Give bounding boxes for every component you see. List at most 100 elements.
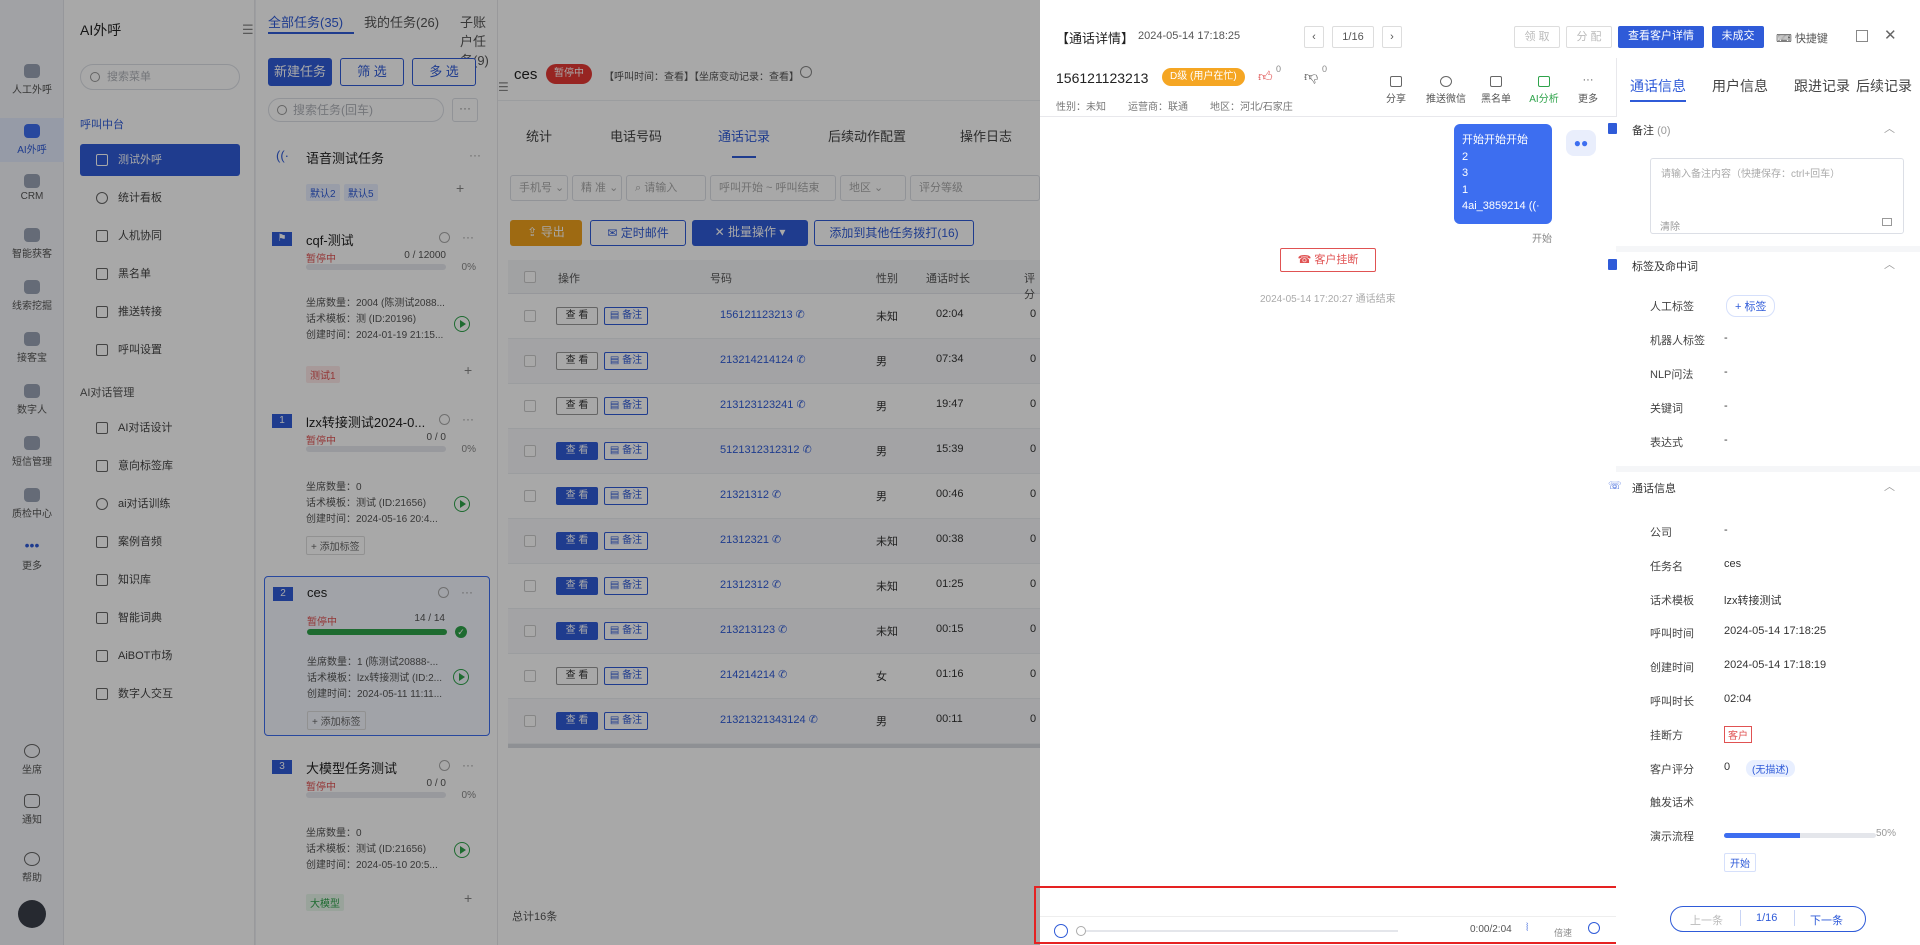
flow-progress [1724, 833, 1876, 839]
thumbs-up-icon[interactable]: 👍︎ [1258, 68, 1273, 85]
call-row-label: 演示流程 [1650, 831, 1694, 844]
hangup-label: ☎ 客户挂断 [1280, 248, 1376, 272]
tag-row-value: - [1724, 434, 1728, 446]
tag-row-value: - [1724, 332, 1728, 344]
divider [1794, 910, 1795, 926]
call-row-value: 2024-05-14 17:18:19 [1724, 659, 1827, 672]
call-row-value: 2024-05-14 17:18:25 [1724, 625, 1827, 638]
more-button[interactable]: ··· 更多 [1568, 74, 1608, 106]
section-call-info[interactable]: ☏ 通话信息 ︿ [1608, 480, 1895, 496]
audio-player-highlight [1034, 886, 1626, 944]
chat-bubble: 开始开始开始 2 3 1 4ai_3859214 ((· [1454, 124, 1552, 224]
tag-row-label: 表达式 [1650, 437, 1683, 449]
divider [1740, 910, 1741, 926]
robot-avatar: ●● [1566, 130, 1596, 156]
tag-row-label: 人工标签 [1650, 301, 1694, 313]
call-row-label: 客户评分 [1650, 763, 1694, 776]
close-icon[interactable]: ✕ [1884, 26, 1897, 44]
shortcut-button[interactable]: ⌨ 快捷键 [1776, 30, 1828, 46]
tag-row-value: - [1724, 366, 1728, 378]
region-info: 地区：河北/石家庄 [1210, 102, 1293, 113]
speed-button[interactable]: 倍速 [1554, 926, 1572, 939]
flow-start-tag[interactable]: 开始 [1724, 853, 1756, 873]
dislike-count: 0 [1322, 64, 1328, 74]
fullscreen-icon[interactable] [1856, 30, 1868, 42]
drawer-time: 2024-05-14 17:18:25 [1138, 30, 1241, 42]
section-note[interactable]: 备注 (0) ︿ [1608, 122, 1895, 138]
ai-analysis-button[interactable]: AI分析 [1524, 76, 1564, 105]
blacklist-button[interactable]: 黑名单 [1476, 76, 1516, 105]
tag-row-value: - [1724, 400, 1728, 412]
view-customer-button[interactable]: 查看客户详情 [1618, 26, 1704, 48]
chevron-up-icon: ︿ [1884, 481, 1895, 493]
call-row-label: 呼叫时长 [1650, 696, 1694, 708]
download-icon[interactable] [1588, 922, 1600, 934]
chat-caption: 开始 [1532, 234, 1552, 245]
like-count: 0 [1276, 64, 1282, 74]
phone-icon: ☏ [1608, 480, 1622, 492]
seek-handle[interactable] [1076, 926, 1086, 936]
call-end-note: 2024-05-14 17:20:27 通话结束 [1260, 294, 1396, 305]
section-tags[interactable]: 标签及命中词 ︿ [1608, 258, 1895, 274]
audio-time: 0:00/2:04 [1470, 924, 1512, 935]
customer-phone: 156121123213 [1056, 70, 1149, 86]
seek-track[interactable] [1086, 930, 1398, 932]
tag-row-label: 机器人标签 [1650, 335, 1705, 347]
note-icon [1608, 123, 1617, 134]
record-page-indicator: 1/16 [1756, 912, 1778, 924]
claim-button[interactable]: 领 取 [1514, 26, 1560, 48]
tab-active-indicator [1630, 100, 1686, 102]
ai-analysis-icon [1538, 76, 1550, 87]
tab-user-info[interactable]: 用户信息 [1712, 76, 1768, 96]
prev-page-button[interactable]: ‹ [1304, 26, 1324, 48]
call-row-label: 挂断方 [1650, 729, 1683, 742]
call-row-label: 任务名 [1650, 560, 1683, 573]
tag-row-label: NLP问法 [1650, 369, 1694, 381]
tag-row-label: 关键词 [1650, 403, 1683, 415]
tab-follow-records[interactable]: 跟进记录 [1794, 76, 1850, 96]
page-indicator: 1/16 [1332, 26, 1374, 48]
thumbs-down-icon[interactable]: 👎︎ [1304, 68, 1318, 85]
call-row-label: 话术模板 [1650, 594, 1694, 607]
chevron-up-icon: ︿ [1884, 123, 1895, 135]
push-wechat-button[interactable]: 推送微信 [1426, 76, 1466, 105]
tab-later-records[interactable]: 后续记录 [1856, 76, 1912, 96]
call-row-value: 02:04 [1724, 693, 1752, 705]
warning-icon [1490, 76, 1502, 87]
waveform-icon[interactable]: ⦚ [1526, 922, 1528, 935]
more-icon: ··· [1582, 74, 1594, 86]
hangup-party-badge: 客户 [1724, 725, 1752, 743]
next-record-button[interactable]: 下一条 [1810, 912, 1843, 928]
clear-note-button[interactable]: 清除 [1660, 218, 1680, 233]
not-closed-button[interactable]: 未成交 [1712, 26, 1764, 48]
share-button[interactable]: 分享 [1376, 76, 1416, 105]
add-tag-button[interactable]: + 标签 [1726, 295, 1776, 317]
tab-call-info[interactable]: 通话信息 [1630, 76, 1686, 96]
flow-percent: 50% [1876, 828, 1897, 840]
call-row-label: 创建时间 [1650, 662, 1694, 675]
call-row-value: lzx转接测试 [1724, 594, 1782, 607]
divider [1616, 246, 1920, 252]
share-icon [1390, 76, 1402, 87]
wechat-icon [1440, 76, 1452, 87]
assign-button[interactable]: 分 配 [1566, 26, 1612, 48]
call-row-value: 0 [1724, 760, 1731, 773]
carrier-info: 运营商：联通 [1128, 102, 1188, 113]
divider [1616, 466, 1920, 472]
gender-info: 性别：未知 [1056, 102, 1106, 113]
play-button[interactable] [1054, 924, 1068, 938]
call-detail-drawer: 【通话详情】 2024-05-14 17:18:25 ‹ 1/16 › 领 取 … [1034, 0, 1920, 945]
divider [1040, 116, 1616, 117]
call-row-label: 呼叫时间 [1650, 628, 1694, 641]
note-textarea[interactable]: 请输入备注内容（快捷保存：ctrl+回车） [1650, 158, 1904, 234]
prev-record-button[interactable]: 上一条 [1690, 912, 1723, 928]
audio-wave-icon[interactable]: ((· [1529, 200, 1540, 212]
modal-overlay[interactable] [0, 0, 1040, 945]
next-page-button[interactable]: › [1382, 26, 1402, 48]
bookmark-icon [1608, 259, 1617, 270]
grade-badge: D级 (用户在忙) [1162, 68, 1245, 86]
call-row-label: 公司 [1650, 527, 1672, 539]
divider [1040, 916, 1616, 917]
save-icon[interactable] [1882, 218, 1892, 226]
call-row-value: ces [1724, 557, 1742, 570]
